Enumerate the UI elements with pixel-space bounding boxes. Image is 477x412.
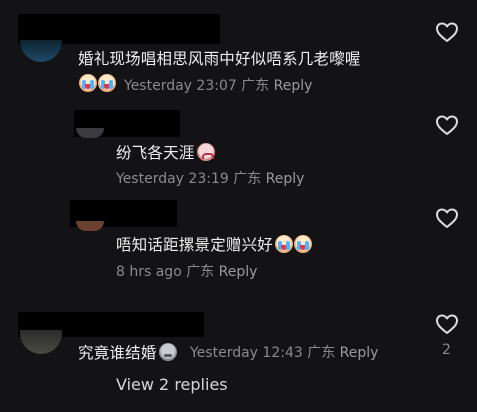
comment-location: 广东 — [241, 78, 270, 94]
comment-time: Yesterday 23:07 — [124, 78, 237, 94]
sad-face-emoji-icon — [196, 143, 215, 161]
crying-emoji-icon — [79, 74, 97, 92]
comment-text: 婚礼现场唱相思风雨中好似唔系几老嚟喔 — [78, 50, 361, 68]
crying-emoji-icon — [98, 74, 116, 92]
comment-meta: Yesterday 23:19 广东 Reply — [116, 168, 304, 188]
heart-outline-icon[interactable] — [435, 114, 459, 136]
comment-text-content: 究竟谁结婚 — [78, 344, 157, 362]
comment-text-content: 纷飞各天涯 — [116, 144, 195, 162]
reply-button[interactable]: Reply — [274, 78, 313, 94]
heart-outline-icon[interactable] — [435, 207, 459, 229]
reply-button[interactable]: Reply — [266, 171, 305, 187]
reply-button[interactable]: Reply — [219, 264, 258, 280]
comment-location: 广东 — [307, 345, 336, 361]
comment-location: 广东 — [233, 171, 262, 187]
like-count: 2 — [442, 342, 451, 358]
heart-outline-icon[interactable] — [435, 313, 459, 335]
emoji-row — [78, 74, 116, 93]
avatar[interactable] — [20, 330, 62, 354]
comment-text-content: 唔知话距摞景定赠兴好 — [116, 236, 274, 254]
comment-time: Yesterday 12:43 — [190, 345, 303, 361]
avatar[interactable] — [76, 221, 104, 231]
crying-emoji-icon — [294, 235, 313, 253]
crying-emoji-icon — [275, 235, 294, 253]
comment-time: 8 hrs ago — [116, 264, 182, 280]
comment-location: 广东 — [186, 264, 215, 280]
comment-text: 究竟谁结婚 — [78, 341, 177, 363]
reply-button[interactable]: Reply — [340, 345, 379, 361]
comment-meta: Yesterday 23:07 广东 Reply — [124, 75, 312, 95]
heart-outline-icon[interactable] — [435, 21, 459, 43]
comment-time: Yesterday 23:19 — [116, 171, 229, 187]
view-replies-button[interactable]: View 2 replies — [116, 375, 228, 394]
comment-meta: Yesterday 12:43 广东 Reply — [190, 342, 378, 362]
grey-face-emoji-icon — [158, 343, 177, 361]
avatar[interactable] — [20, 40, 62, 62]
comment-text: 纷飞各天涯 — [116, 141, 215, 163]
comment-text: 唔知话距摞景定赠兴好 — [116, 233, 313, 255]
comment-meta: 8 hrs ago 广东 Reply — [116, 261, 257, 281]
